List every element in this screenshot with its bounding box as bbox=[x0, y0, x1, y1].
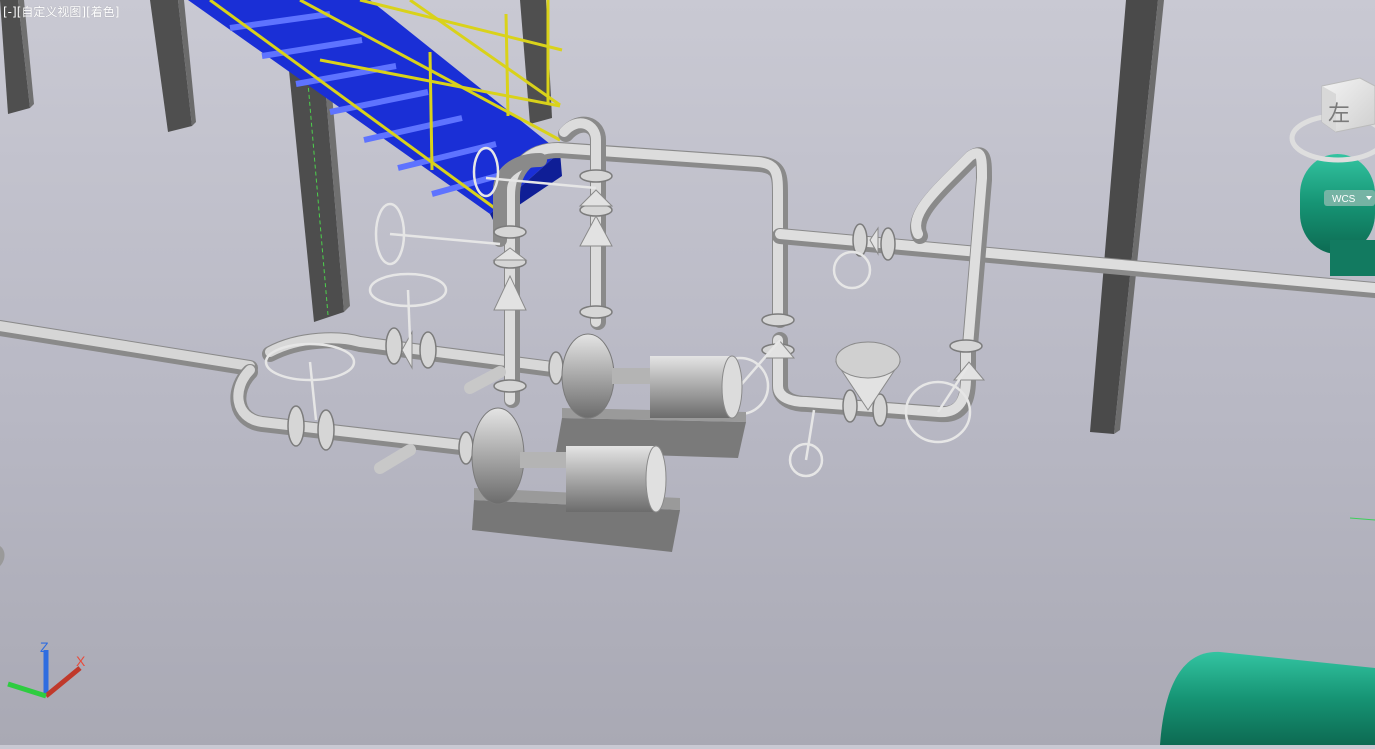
wcs-label[interactable]: WCS bbox=[1332, 194, 1356, 205]
edge-object bbox=[0, 546, 5, 566]
ucs-z-label: Z bbox=[40, 639, 49, 655]
model-scene[interactable]: 左 WCS Z X bbox=[0, 0, 1375, 745]
viewport-controls-menu[interactable]: [-] bbox=[3, 5, 17, 19]
pump-motor-lower[interactable] bbox=[374, 366, 680, 552]
ground-axis-line bbox=[1349, 517, 1375, 521]
ucs-axis-icon: Z X bbox=[7, 639, 86, 699]
tank-upper-right[interactable] bbox=[1300, 154, 1375, 276]
tank-lower-right[interactable] bbox=[1160, 651, 1375, 745]
viewport-label: [-][自定义视图][着色] bbox=[3, 3, 119, 20]
model-viewport[interactable]: 左 WCS Z X [-][自定义视图][着色] bbox=[0, 0, 1375, 745]
view-preset-menu[interactable]: [自定义视图] bbox=[17, 5, 86, 19]
pump-motor-upper[interactable] bbox=[556, 333, 746, 458]
visual-style-menu[interactable]: [着色] bbox=[86, 5, 119, 19]
ucs-x-label: X bbox=[76, 653, 86, 669]
viewcube-face-label[interactable]: 左 bbox=[1328, 102, 1350, 127]
